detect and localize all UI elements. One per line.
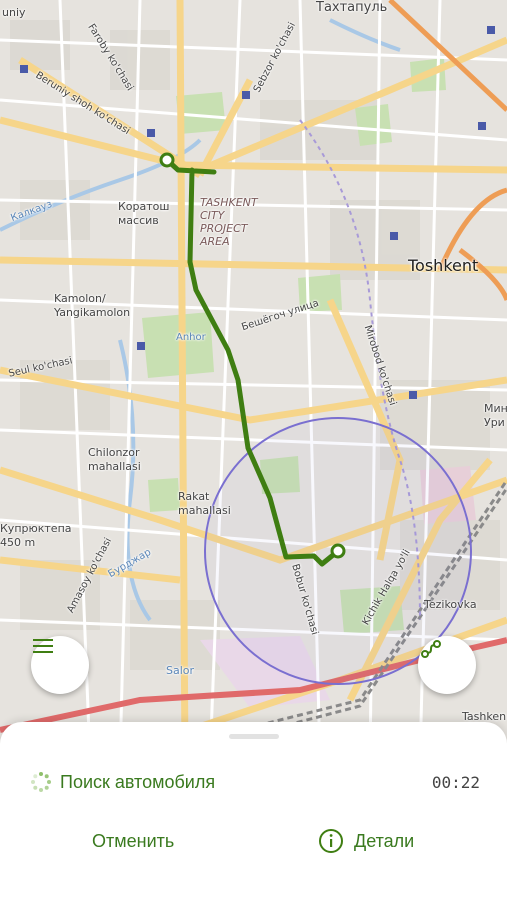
search-timer: 00:22 bbox=[431, 772, 480, 792]
map-label-salor: Salor bbox=[166, 664, 195, 677]
map-label-kamolon: Kamolon/ Yangikamolon bbox=[54, 292, 131, 319]
map-label-minor-edge: Мин Ури bbox=[484, 402, 507, 429]
map-label-rakat: Rakat mahallasi bbox=[178, 490, 231, 517]
menu-button[interactable] bbox=[31, 636, 89, 694]
map-label-chilonzor: Chilonzor mahallasi bbox=[88, 446, 141, 473]
cancel-button[interactable]: Отменить bbox=[92, 826, 174, 856]
loading-spinner-icon bbox=[31, 772, 51, 792]
map-view[interactable]: Тахтапуль uniy Faroby ko'chasi Sebzor ko… bbox=[0, 0, 507, 760]
map-label-top-street: Тахтапуль bbox=[316, 0, 388, 15]
map-label-kupriktepa: Купрюктепа 450 m bbox=[0, 522, 72, 549]
map-label-project-area: TASHKENT CITY PROJECT AREA bbox=[200, 196, 258, 248]
cancel-button-label: Отменить bbox=[92, 830, 175, 851]
map-label-karatosh: Коратош массив bbox=[118, 200, 170, 227]
details-button-label: Детали bbox=[354, 830, 415, 851]
search-status-row: Поиск автомобиля 00:22 bbox=[30, 769, 480, 795]
details-button[interactable]: Детали bbox=[318, 826, 414, 856]
bottom-sheet: Поиск автомобиля 00:22 Отменить Детали bbox=[0, 722, 507, 900]
sheet-drag-handle[interactable] bbox=[229, 734, 279, 739]
menu-icon bbox=[33, 639, 53, 653]
map-label-tezikovka: Tezikovka bbox=[424, 598, 477, 611]
info-icon bbox=[319, 829, 343, 853]
map-label-uniy: uniy bbox=[2, 6, 26, 19]
route-overview-button[interactable] bbox=[418, 636, 476, 694]
map-label-toshkent: Toshkent bbox=[408, 256, 479, 275]
search-status-text: Поиск автомобиля bbox=[60, 771, 216, 792]
route-icon bbox=[421, 640, 441, 658]
map-label-anhor: Anhor bbox=[176, 332, 206, 343]
